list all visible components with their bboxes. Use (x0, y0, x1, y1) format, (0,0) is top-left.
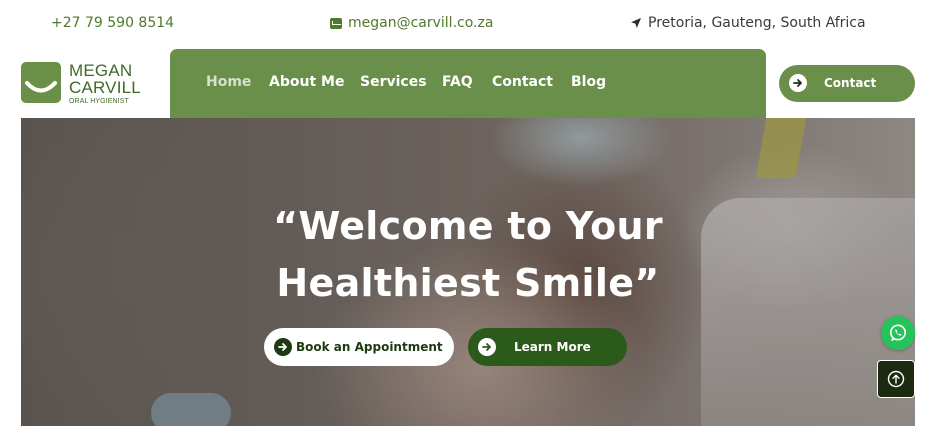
book-appointment-label: Book an Appointment (296, 340, 443, 354)
hero-title-line-2: Healthiest Smile” (276, 261, 660, 305)
location-arrow-icon (630, 17, 642, 29)
logo-name-first: MEGAN (69, 61, 133, 80)
top-contact-bar: +27 79 590 8514 megan@carvill.co.za Pret… (0, 0, 930, 48)
phone-number[interactable]: +27 79 590 8514 (51, 15, 174, 31)
hero-title: “Welcome to Your Healthiest Smile” (21, 198, 915, 312)
learn-more-button[interactable]: Learn More (468, 328, 627, 366)
envelope-icon (330, 17, 342, 29)
logo-text: MEGAN CARVILL ORAL HYGIENIST (69, 62, 141, 105)
hero-banner: “Welcome to Your Healthiest Smile” Book … (21, 118, 915, 426)
nav-home[interactable]: Home (206, 74, 251, 90)
whatsapp-icon (890, 324, 906, 341)
site-logo[interactable]: MEGAN CARVILL ORAL HYGIENIST (21, 62, 141, 105)
contact-button[interactable]: Contact (779, 65, 915, 102)
email-link[interactable]: megan@carvill.co.za (330, 15, 493, 31)
location-info: Pretoria, Gauteng, South Africa (630, 15, 866, 31)
arrow-right-icon (789, 74, 807, 92)
contact-button-label: Contact (824, 76, 877, 90)
main-navigation: Home About Me Services FAQ Contact Blog (170, 49, 766, 118)
arrow-up-circle-icon (887, 370, 905, 388)
logo-subtitle: ORAL HYGIENIST (69, 98, 129, 105)
nav-faq[interactable]: FAQ (442, 74, 473, 90)
whatsapp-button[interactable] (881, 316, 915, 350)
logo-name-last: CARVILL (69, 78, 141, 97)
nav-about-me[interactable]: About Me (269, 74, 344, 90)
book-appointment-button[interactable]: Book an Appointment (264, 328, 454, 366)
nav-services[interactable]: Services (360, 74, 427, 90)
back-to-top-button[interactable] (877, 360, 915, 398)
nav-contact[interactable]: Contact (492, 74, 553, 90)
arrow-right-icon (274, 338, 292, 356)
arrow-right-icon (478, 338, 496, 356)
smile-icon (21, 62, 61, 103)
hero-title-line-1: “Welcome to Your (273, 204, 663, 248)
nav-blog[interactable]: Blog (571, 74, 606, 90)
learn-more-label: Learn More (514, 340, 591, 354)
